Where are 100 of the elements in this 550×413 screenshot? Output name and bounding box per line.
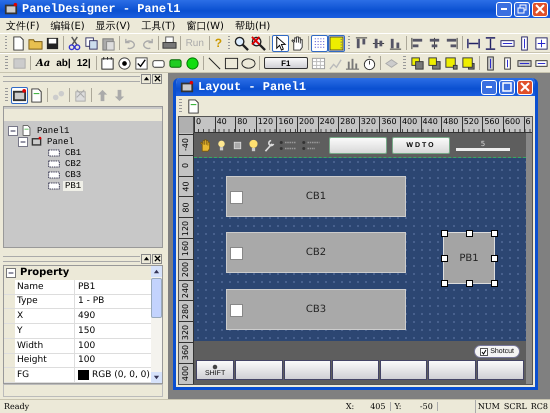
push-button-widget[interactable]: PB1 bbox=[443, 232, 495, 284]
grid-tool[interactable] bbox=[311, 34, 328, 52]
key-button[interactable] bbox=[284, 360, 331, 380]
hand-icon bbox=[199, 138, 212, 152]
restore-button[interactable] bbox=[514, 2, 530, 16]
property-value[interactable]: 100 bbox=[78, 355, 96, 366]
property-name: X bbox=[15, 309, 75, 323]
property-value[interactable]: 1 - PB bbox=[78, 296, 104, 306]
panel-icon bbox=[31, 136, 42, 147]
property-value[interactable]: RGB (0, 0, 0) bbox=[92, 370, 150, 380]
dock-menu-button[interactable] bbox=[141, 74, 151, 84]
line-tool[interactable] bbox=[206, 54, 223, 72]
tree-item[interactable]: PB1 bbox=[63, 180, 84, 190]
ruler-label: 240 bbox=[182, 282, 190, 298]
printer-tool[interactable] bbox=[160, 34, 178, 52]
checkbox-widget[interactable]: CB3 bbox=[226, 289, 406, 330]
radio-tool[interactable] bbox=[116, 54, 133, 72]
resize-handle[interactable] bbox=[491, 230, 498, 237]
scissors-tool[interactable] bbox=[66, 34, 84, 52]
checkbox-tool[interactable] bbox=[132, 54, 150, 72]
property-value[interactable]: PB1 bbox=[78, 282, 96, 292]
checkbox[interactable] bbox=[230, 190, 243, 204]
collapse-toggle[interactable] bbox=[18, 136, 28, 146]
resize-handle[interactable] bbox=[441, 255, 448, 262]
minimize-button[interactable] bbox=[496, 2, 512, 16]
ruler-label: 400 bbox=[400, 117, 421, 132]
collapse-toggle[interactable] bbox=[8, 126, 18, 136]
property-value[interactable]: 100 bbox=[78, 340, 96, 351]
property-name: Width bbox=[15, 338, 75, 352]
up-arrow-icon bbox=[95, 88, 110, 102]
close-icon bbox=[154, 75, 160, 82]
stopwatch-tool[interactable] bbox=[361, 54, 378, 72]
dock-menu-button[interactable] bbox=[141, 254, 151, 264]
magnifier-cross-icon bbox=[251, 36, 266, 50]
toolbar-button[interactable]: F1 bbox=[264, 57, 308, 69]
bring-forward-tool[interactable] bbox=[409, 54, 426, 72]
property-value[interactable]: 150 bbox=[78, 326, 96, 336]
tree-item[interactable]: CB1 bbox=[63, 148, 84, 158]
resize-handle[interactable] bbox=[441, 280, 448, 287]
magnifier-icon bbox=[234, 36, 250, 50]
property-value[interactable]: 490 bbox=[78, 311, 96, 322]
bring-to-front-tool[interactable] bbox=[443, 54, 460, 72]
menu-item[interactable]: 编辑(E) bbox=[48, 18, 94, 32]
tree-view-tab[interactable] bbox=[11, 86, 28, 104]
tree-item[interactable]: Panel bbox=[45, 136, 76, 146]
menu-item[interactable]: 帮助(H) bbox=[232, 18, 280, 32]
menu-item[interactable]: 工具(T) bbox=[139, 18, 184, 32]
checkbox[interactable] bbox=[230, 304, 243, 316]
resize-handle[interactable] bbox=[441, 230, 448, 237]
magnifier-tool[interactable] bbox=[233, 34, 250, 52]
send-to-back-tool[interactable] bbox=[460, 54, 477, 72]
wrench-icon bbox=[263, 138, 276, 152]
resize-handle[interactable] bbox=[466, 230, 473, 237]
tree-item[interactable]: CB2 bbox=[63, 158, 84, 168]
send-backward-tool[interactable] bbox=[426, 54, 443, 72]
page-icon bbox=[186, 98, 201, 114]
rectangle-icon bbox=[224, 56, 239, 70]
toolbar-button[interactable]: 12| bbox=[74, 54, 94, 72]
toolbar-button[interactable]: ab| bbox=[53, 54, 74, 72]
window-title: Layout - Panel1 bbox=[198, 80, 306, 94]
widget-label: CB3 bbox=[306, 304, 326, 315]
status-indicator: NUM bbox=[476, 402, 501, 411]
close-button[interactable] bbox=[152, 254, 162, 264]
key-button[interactable] bbox=[235, 360, 283, 380]
copy-tool[interactable] bbox=[83, 34, 100, 52]
minimize-button[interactable] bbox=[481, 80, 497, 94]
key-button[interactable] bbox=[428, 360, 476, 380]
checkbox-widget[interactable]: CB1 bbox=[226, 176, 406, 217]
checkbox[interactable] bbox=[230, 246, 243, 260]
magnifier-cross-tool[interactable] bbox=[250, 34, 268, 52]
section-heading: Property bbox=[20, 267, 70, 278]
tree-item[interactable]: Panel1 bbox=[35, 126, 72, 136]
snap-tool[interactable] bbox=[328, 34, 346, 52]
key-button[interactable] bbox=[476, 360, 524, 380]
key-button[interactable] bbox=[380, 360, 428, 380]
same-size-tool[interactable] bbox=[533, 34, 550, 52]
minimize-icon bbox=[501, 8, 507, 10]
maximize-button[interactable] bbox=[499, 80, 515, 94]
menu-item[interactable]: 显示(V) bbox=[94, 18, 140, 32]
widget-icon bbox=[48, 148, 60, 156]
collapse-toggle[interactable] bbox=[6, 268, 16, 278]
panel-button[interactable] bbox=[329, 136, 387, 154]
menu-item[interactable]: 窗口(W) bbox=[184, 18, 233, 32]
frame-tool[interactable] bbox=[98, 54, 116, 72]
ruler-label: -40 bbox=[182, 138, 190, 152]
key-button[interactable] bbox=[332, 360, 380, 380]
resize-handle[interactable] bbox=[491, 255, 498, 262]
pointer-tool[interactable] bbox=[272, 34, 290, 52]
lamp-tool[interactable] bbox=[184, 54, 201, 72]
tree-item[interactable]: CB3 bbox=[63, 170, 84, 180]
resize-handle[interactable] bbox=[466, 280, 473, 287]
resize-handle[interactable] bbox=[491, 280, 498, 287]
checkbox-widget[interactable]: CB2 bbox=[226, 232, 406, 273]
toolbar-button[interactable]: Aa bbox=[33, 54, 54, 72]
ruler-label: 360 bbox=[379, 117, 400, 132]
status-label: X: bbox=[344, 402, 356, 411]
ruler-label: 200 bbox=[296, 117, 318, 132]
scroll-bar[interactable] bbox=[151, 266, 162, 383]
menu-item[interactable]: 文件(F) bbox=[4, 18, 49, 32]
close-button[interactable] bbox=[152, 74, 162, 84]
